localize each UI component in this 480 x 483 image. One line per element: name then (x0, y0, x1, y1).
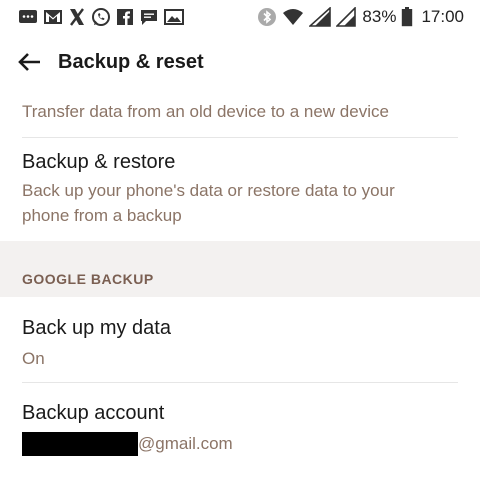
message-icon (18, 6, 38, 28)
account-email: @gmail.com (22, 432, 458, 456)
back-button[interactable] (8, 40, 52, 84)
notification-icons (18, 6, 189, 28)
gmail-icon (43, 6, 63, 28)
wifi-icon (282, 6, 304, 28)
status-bar: 83% 17:00 (0, 0, 480, 34)
item-subtitle: On (22, 349, 45, 368)
clock: 17:00 (421, 7, 464, 26)
page-title: Backup & reset (58, 50, 204, 73)
system-icons: 83% 17:00 (252, 6, 464, 28)
app-bar: Backup & reset (0, 34, 480, 90)
item-title: Back up my data (22, 317, 171, 339)
x-icon (68, 6, 86, 28)
bluetooth-icon (257, 6, 277, 28)
battery-icon (401, 6, 413, 28)
item-subtitle: Transfer data from an old device to a ne… (22, 102, 389, 121)
signal-1-icon (309, 6, 332, 28)
redaction-block (22, 432, 138, 456)
signal-2-icon (336, 6, 357, 28)
facebook-icon (116, 6, 134, 28)
image-icon (164, 6, 184, 28)
item-title: Backup account (22, 402, 165, 424)
transfer-data-item[interactable]: Transfer data from an old device to a ne… (0, 90, 480, 138)
back-arrow-icon (18, 53, 40, 71)
back-up-my-data-item[interactable]: Back up my data On (0, 297, 480, 383)
section-label: GOOGLE BACKUP (22, 271, 154, 287)
item-title: Backup & restore (22, 151, 176, 173)
item-subtitle: Back up your phone's data or restore dat… (22, 181, 395, 200)
backup-restore-item[interactable]: Backup & restore Back up your phone's da… (0, 138, 480, 241)
chat-icon (139, 6, 159, 28)
item-subtitle: phone from a backup (22, 206, 182, 225)
email-suffix: @gmail.com (138, 434, 233, 453)
section-header: GOOGLE BACKUP (0, 241, 480, 297)
backup-account-item[interactable]: Backup account @gmail.com (0, 383, 480, 483)
battery-percent: 83% (362, 7, 397, 26)
settings-list: Transfer data from an old device to a ne… (0, 90, 480, 483)
whatsapp-icon (91, 6, 111, 28)
